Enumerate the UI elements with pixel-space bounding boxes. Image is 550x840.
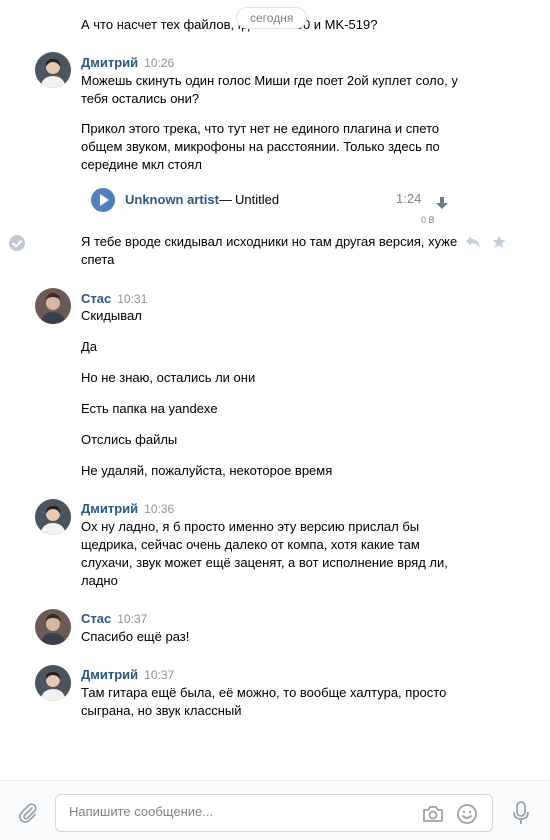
chat-history: А что насчет тех файлов, где MKE600 и MK… bbox=[0, 0, 550, 780]
message-input-box[interactable] bbox=[55, 794, 493, 832]
microphone-icon[interactable] bbox=[512, 801, 530, 825]
message-text: Есть папка на yandexe bbox=[81, 401, 218, 416]
message-composer bbox=[0, 780, 550, 840]
message-header: Стас 10:37 bbox=[81, 611, 147, 627]
resize-handle[interactable] bbox=[267, 834, 281, 840]
message-text: Спасибо ещё раз! bbox=[81, 629, 190, 644]
message-header: Стас 10:31 bbox=[81, 291, 147, 307]
paperclip-icon[interactable] bbox=[17, 802, 39, 824]
message-text: Да bbox=[81, 339, 98, 354]
message-text: Отслись файлы bbox=[81, 432, 178, 447]
check-icon[interactable] bbox=[9, 235, 25, 251]
message-input[interactable] bbox=[69, 804, 409, 819]
author-name[interactable]: Стас bbox=[81, 611, 111, 626]
audio-duration: 1:24 bbox=[396, 191, 422, 206]
star-icon[interactable] bbox=[492, 235, 506, 249]
message-text: Там гитара ещё была, её можно, то вообще… bbox=[81, 685, 447, 718]
message-text: Прикол этого трека, что тут нет не едино… bbox=[81, 121, 440, 172]
play-icon[interactable] bbox=[91, 188, 115, 212]
download-icon[interactable] bbox=[436, 197, 448, 211]
avatar[interactable] bbox=[35, 665, 71, 701]
author-name[interactable]: Стас bbox=[81, 291, 111, 306]
audio-title: Untitled bbox=[235, 192, 280, 207]
message-text: Можешь скинуть один голос Миши где поет … bbox=[81, 73, 458, 106]
message-time[interactable]: 10:37 bbox=[117, 612, 147, 626]
avatar[interactable] bbox=[35, 288, 71, 324]
author-name[interactable]: Дмитрий bbox=[81, 501, 138, 516]
message-text: Я тебе вроде скидывал исходники но там д… bbox=[81, 234, 458, 267]
author-name[interactable]: Дмитрий bbox=[81, 667, 138, 682]
audio-attachment: Unknown artist — Untitled 1:24 bbox=[91, 186, 451, 214]
message-text: Не удаляй, пожалуйста, некоторое время bbox=[81, 463, 333, 478]
camera-icon[interactable] bbox=[422, 804, 444, 824]
message-text: Но не знаю, остались ли они bbox=[81, 370, 256, 385]
audio-artist[interactable]: Unknown artist bbox=[125, 192, 219, 207]
message-time[interactable]: 10:36 bbox=[144, 502, 174, 516]
message-time[interactable]: 10:37 bbox=[144, 668, 174, 682]
message-time[interactable]: 10:26 bbox=[144, 56, 174, 70]
smile-icon[interactable] bbox=[456, 803, 478, 825]
author-name[interactable]: Дмитрий bbox=[81, 55, 138, 70]
reply-icon[interactable] bbox=[465, 235, 481, 249]
date-divider: сегодня bbox=[236, 7, 308, 29]
avatar[interactable] bbox=[35, 499, 71, 535]
audio-separator: — bbox=[219, 192, 232, 207]
audio-size: 0 B bbox=[421, 215, 435, 225]
avatar[interactable] bbox=[35, 609, 71, 645]
message-text: А что насчет тех файлов, где MKE600 и MK… bbox=[81, 17, 378, 32]
message-header: Дмитрий 10:37 bbox=[81, 667, 174, 683]
message-text: Скидывал bbox=[81, 308, 142, 323]
message-text: Ох ну ладно, я б просто именно эту верси… bbox=[81, 519, 448, 588]
avatar[interactable] bbox=[35, 52, 71, 88]
message-header: Дмитрий 10:26 bbox=[81, 55, 174, 71]
message-time[interactable]: 10:31 bbox=[117, 292, 147, 306]
message-header: Дмитрий 10:36 bbox=[81, 501, 174, 517]
